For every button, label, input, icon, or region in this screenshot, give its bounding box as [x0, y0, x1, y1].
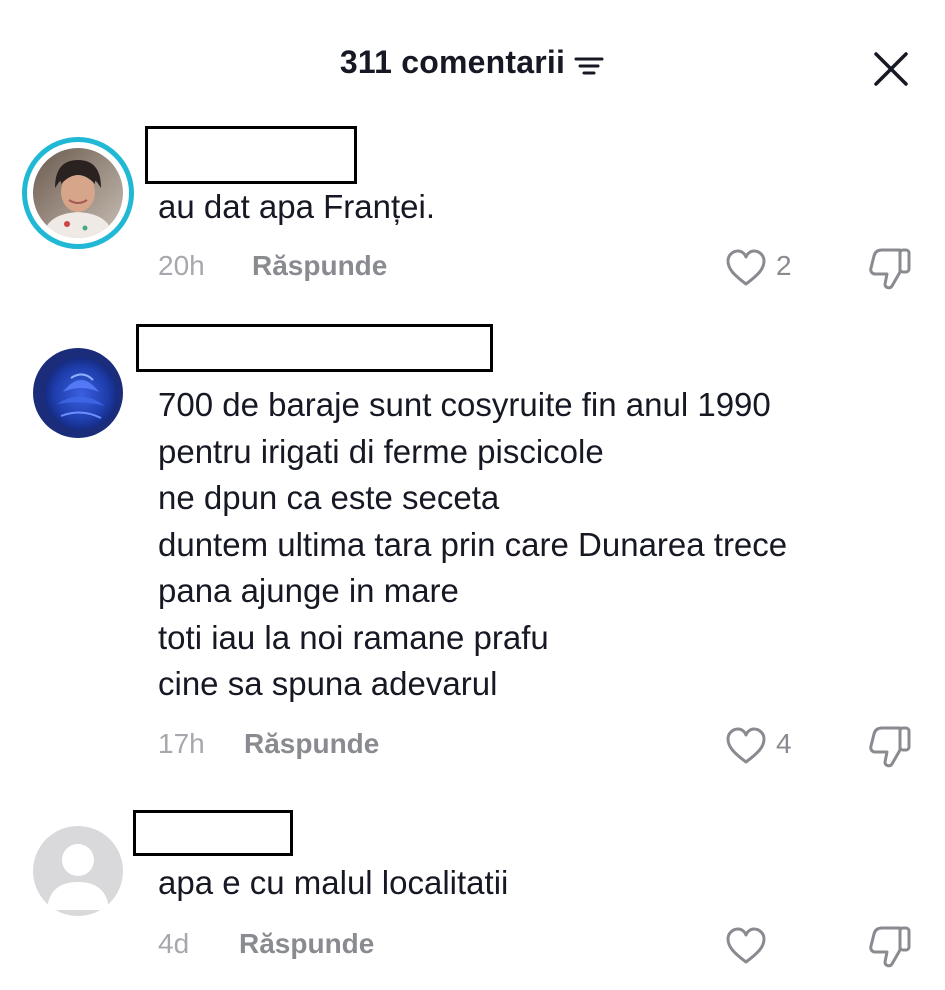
comment-line: cine sa spuna adevarul — [158, 665, 498, 702]
sort-filter-icon[interactable] — [573, 54, 605, 78]
avatar[interactable] — [33, 826, 123, 916]
reply-button[interactable]: Răspunde — [239, 928, 374, 960]
avatar[interactable] — [33, 348, 123, 438]
heart-icon — [726, 927, 766, 964]
comment-line: toti iau la noi ramane prafu — [158, 618, 549, 656]
comment-text: au dat apa Franței. — [158, 184, 435, 231]
header-title-group[interactable]: 311 comentarii — [0, 44, 945, 81]
like-count: 4 — [776, 728, 792, 759]
thumbs-down-icon — [869, 248, 911, 290]
close-icon — [874, 52, 908, 86]
avatar[interactable] — [33, 148, 123, 238]
comment-line: apa e cu malul localitatii — [158, 864, 509, 901]
reply-button[interactable]: Răspunde — [244, 728, 379, 760]
username-redacted[interactable] — [136, 324, 493, 372]
comment-line: au dat apa Franței. — [158, 188, 436, 225]
like-button[interactable] — [724, 726, 768, 766]
heart-icon — [726, 249, 766, 286]
comment-line: duntem ultima tara prin care Dunarea tre… — [158, 525, 788, 563]
thumbs-down-icon — [869, 926, 911, 968]
comment-time: 17h — [158, 728, 205, 759]
comment-line: pentru irigati di ferme piscicole — [158, 432, 604, 470]
like-count: 2 — [776, 250, 792, 281]
dislike-button[interactable] — [864, 722, 914, 770]
comment-text: apa e cu malul localitatii — [158, 860, 508, 907]
comment-line: ne dpun ca este seceta — [158, 479, 500, 516]
comment-time: 20h — [158, 250, 205, 281]
comments-header: 311 comentarii — [0, 0, 945, 130]
like-button[interactable] — [724, 248, 768, 288]
like-button[interactable] — [724, 926, 768, 966]
username-redacted[interactable] — [133, 810, 293, 856]
username-redacted[interactable] — [145, 126, 357, 184]
comment-time: 4d — [158, 928, 190, 959]
close-button[interactable] — [868, 46, 914, 92]
comments-count-title: 311 comentarii — [339, 44, 566, 80]
comment-line: 700 de baraje sunt cosyruite fin anul 19… — [158, 386, 771, 423]
dislike-button[interactable] — [864, 922, 914, 970]
default-avatar-icon — [33, 826, 123, 916]
thumbs-down-icon — [869, 726, 911, 768]
comment-line: pana ajunge in mare — [158, 572, 459, 609]
comment-text: 700 de baraje sunt cosyruite fin anul 19… — [158, 382, 787, 708]
dislike-button[interactable] — [864, 244, 914, 292]
heart-icon — [726, 727, 766, 764]
reply-button[interactable]: Răspunde — [252, 250, 387, 282]
